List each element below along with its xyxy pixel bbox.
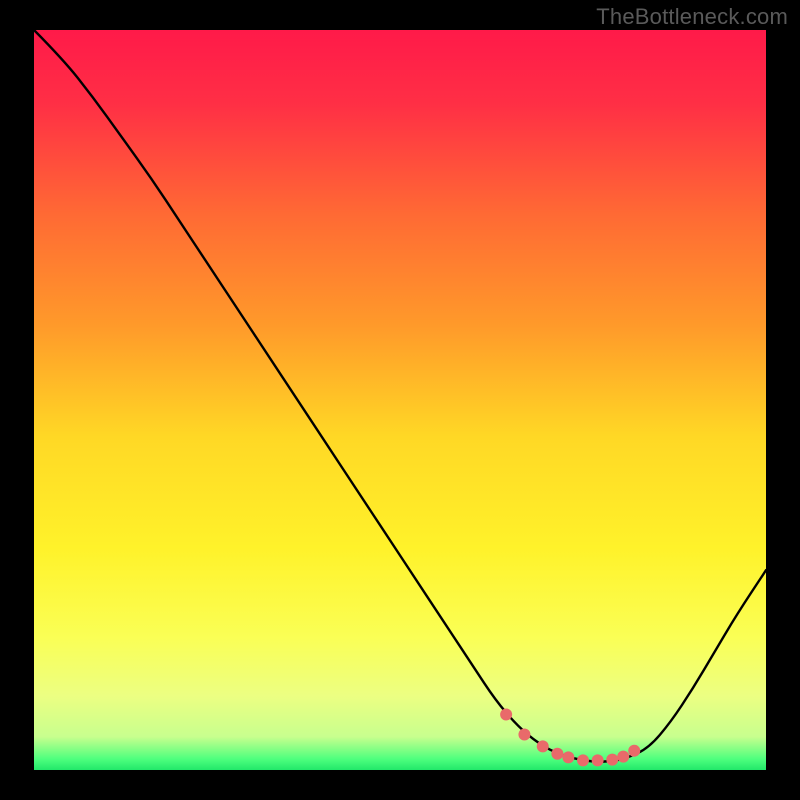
- optimal-marker: [617, 751, 629, 763]
- plot-area: [34, 30, 766, 770]
- watermark-label: TheBottleneck.com: [596, 4, 788, 30]
- optimal-marker: [500, 709, 512, 721]
- gradient-background: [34, 30, 766, 770]
- optimal-marker: [577, 754, 589, 766]
- optimal-marker: [562, 751, 574, 763]
- optimal-marker: [518, 728, 530, 740]
- optimal-marker: [606, 754, 618, 766]
- chart-frame: TheBottleneck.com: [0, 0, 800, 800]
- optimal-marker: [628, 745, 640, 757]
- optimal-marker: [592, 754, 604, 766]
- optimal-marker: [551, 748, 563, 760]
- bottleneck-chart: [34, 30, 766, 770]
- optimal-marker: [537, 740, 549, 752]
